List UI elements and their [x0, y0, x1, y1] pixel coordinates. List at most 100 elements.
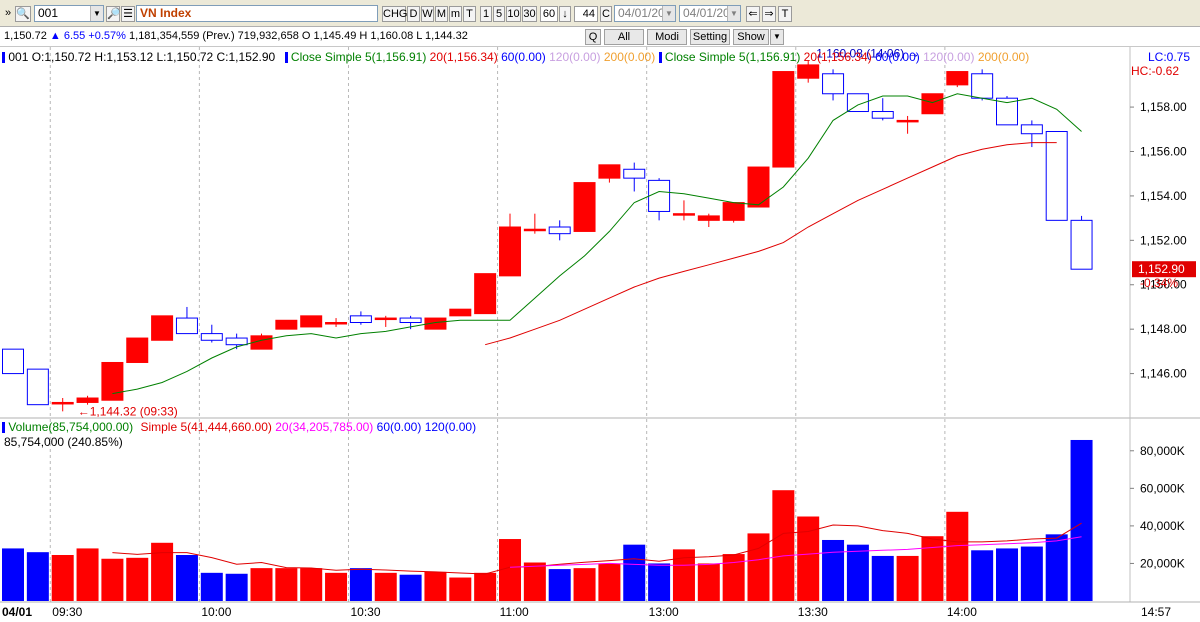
- volume-bar: [573, 568, 596, 601]
- volume-bar: [349, 568, 372, 601]
- volume-bar: [822, 539, 845, 601]
- candle-body: [896, 119, 919, 123]
- volume-bar: [697, 563, 720, 601]
- price-tick-label: 1,156.00: [1140, 144, 1187, 158]
- volume-bar: [499, 539, 521, 601]
- last-price-label: 1,152.90: [1138, 262, 1185, 276]
- candle-body: [648, 179, 671, 212]
- candle-body: [474, 273, 497, 315]
- legend-marker: [284, 52, 288, 64]
- time-axis-label: 10:00: [201, 605, 231, 619]
- ma20-legend: 20(1,156.34): [429, 50, 498, 64]
- candle-body: [697, 215, 720, 221]
- volume-bar: [449, 577, 472, 601]
- candle-body: [275, 319, 298, 330]
- candle-body: [225, 337, 248, 346]
- candle-body: [623, 168, 646, 179]
- volume-bar: [151, 542, 174, 601]
- legend-marker: [658, 52, 662, 64]
- candle-body: [921, 93, 944, 115]
- candle-body: [797, 64, 820, 79]
- legend-marker: [2, 52, 5, 64]
- volume-bar: [101, 558, 124, 601]
- price-tick-label: 1,158.00: [1140, 100, 1187, 114]
- price-tick-label: 1,154.00: [1140, 189, 1187, 203]
- candles-layer: [2, 60, 1093, 412]
- ma120-legend-2: 120(0.00): [923, 50, 975, 64]
- moving-average-layer: [112, 93, 1082, 575]
- time-axis-label: 13:00: [649, 605, 679, 619]
- candle-body: [200, 333, 223, 341]
- candle-body: [300, 315, 323, 328]
- ma60-legend-2: 60(0.00): [875, 50, 920, 64]
- time-axis-label: 09:30: [52, 605, 82, 619]
- candle-body: [598, 164, 621, 179]
- time-axis-label: 04/01: [2, 605, 32, 619]
- volume-tick-label: 40,000K: [1140, 519, 1185, 533]
- candle-body: [349, 315, 372, 324]
- volume-legend: Volume(85,754,000.00) Simple 5(41,444,66…: [2, 420, 476, 434]
- volume-tick-label: 60,000K: [1140, 481, 1185, 495]
- volume-bar: [26, 552, 49, 601]
- low-price-annotation: ←1,144.32 (09:33): [78, 404, 178, 418]
- hc-readout: HC:-0.62: [1131, 64, 1180, 78]
- volume-bar: [871, 555, 894, 601]
- candle-body: [449, 308, 472, 317]
- volume-bar: [896, 555, 919, 601]
- volume-bar: [1070, 439, 1093, 601]
- volume-bar: [996, 548, 1018, 601]
- price-volume-chart[interactable]: 1,146.001,148.001,150.001,152.001,154.00…: [0, 0, 1200, 622]
- volume-bar: [374, 572, 397, 601]
- ma60-legend: 60(0.00): [501, 50, 546, 64]
- price-tick-label: 1,146.00: [1140, 367, 1187, 381]
- candle-body: [871, 111, 894, 119]
- volume-current: 85,754,000 (240.85%): [4, 435, 123, 449]
- candle-body: [126, 337, 149, 363]
- candle-body: [672, 213, 695, 216]
- price-tick-label: 1,152.00: [1140, 233, 1187, 247]
- candle-body: [1045, 131, 1068, 221]
- time-axis-label: 11:00: [500, 605, 529, 619]
- volume-bar: [126, 557, 149, 601]
- ma200-legend: 200(0.00): [603, 50, 656, 64]
- volume-bar: [175, 554, 198, 601]
- candle-body: [325, 322, 348, 325]
- candle-body: [399, 317, 422, 324]
- volume-legend-title: Volume(85,754,000.00): [8, 420, 134, 434]
- volume-bar: [648, 563, 671, 601]
- volume-bar: [300, 568, 323, 601]
- volume-ma20-legend: 20(34,205,785.00): [275, 420, 374, 434]
- volume-ma60-legend: 60(0.00): [376, 420, 422, 434]
- volume-bar: [1020, 546, 1043, 601]
- legend-marker: [2, 422, 5, 434]
- volume-tick-label: 80,000K: [1140, 444, 1185, 458]
- candle-body: [822, 73, 845, 95]
- volume-bar: [399, 574, 422, 601]
- candle-body: [499, 226, 521, 277]
- volume-bar: [1045, 534, 1068, 601]
- ma20-legend-2: 20(1,156.34): [803, 50, 872, 64]
- ma5-legend-name: Close Simple 5: [290, 50, 372, 64]
- candle-body: [175, 317, 198, 335]
- ma120-legend: 120(0.00): [549, 50, 601, 64]
- candle-body: [26, 368, 49, 406]
- volume-bar: [250, 568, 273, 601]
- volume-bar: [921, 536, 944, 601]
- time-axis-label: 13:30: [798, 605, 828, 619]
- time-axis-label: 14:57: [1141, 605, 1171, 619]
- volume-ma5-legend: Simple 5(41,444,660.00): [140, 420, 272, 434]
- volume-bar: [200, 572, 223, 601]
- volume-bar: [2, 548, 24, 601]
- last-change-label: -0.34%: [1140, 276, 1178, 290]
- ma200-legend-2: 200(0.00): [977, 50, 1030, 64]
- candle-body: [722, 202, 745, 221]
- ma5-legend-value: (1,156.91): [371, 50, 427, 64]
- volume-bar: [846, 544, 869, 601]
- volume-bar: [623, 544, 646, 601]
- price-legend: 001 O:1,150.72 H:1,153.12 L:1,150.72 C:1…: [2, 50, 1029, 64]
- volume-bar: [772, 490, 795, 601]
- candle-body: [523, 228, 546, 232]
- volume-tick-label: 20,000K: [1140, 556, 1185, 570]
- volume-bar: [946, 511, 969, 601]
- volume-bar: [971, 550, 994, 601]
